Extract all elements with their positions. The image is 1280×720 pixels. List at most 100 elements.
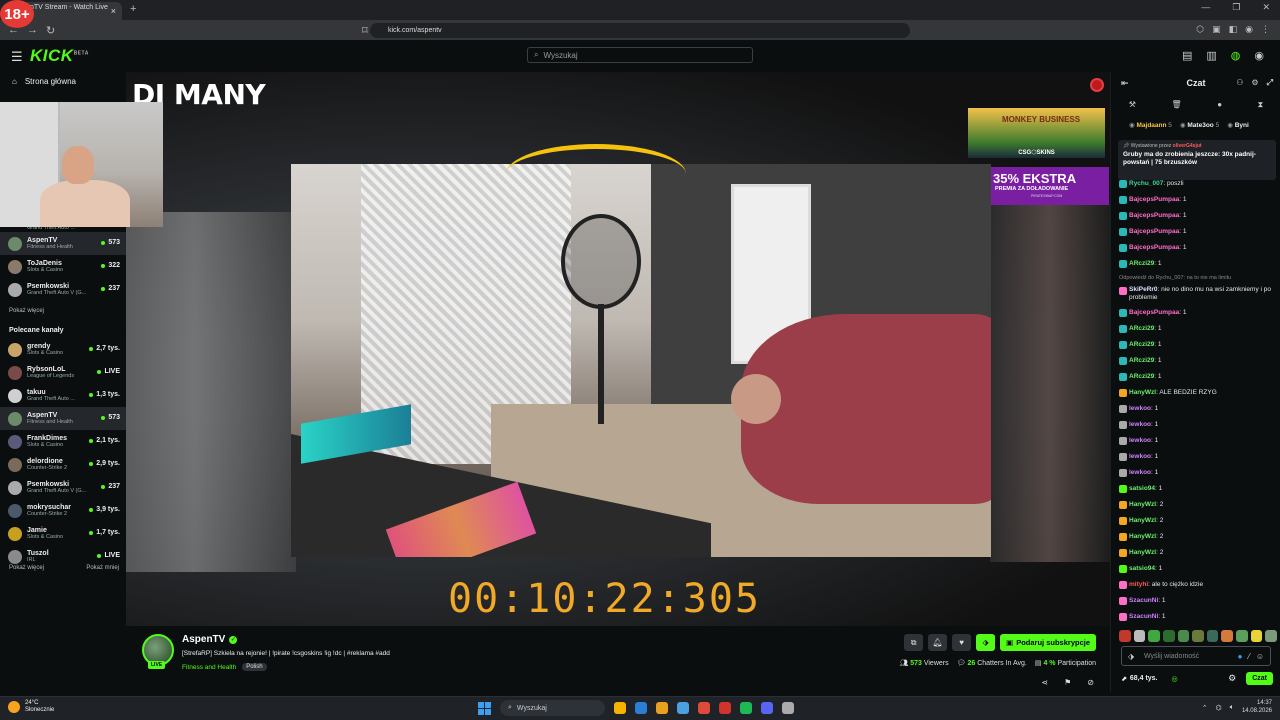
emote-icon[interactable]	[1177, 630, 1190, 642]
chat-message[interactable]: mityhi: ale to ciężko idzie	[1119, 577, 1277, 593]
emote-icon[interactable]	[1119, 630, 1131, 642]
chat-message[interactable]: lewkoo: 1	[1119, 417, 1277, 433]
chat-message[interactable]: lewkoo: 1	[1119, 401, 1277, 417]
chat-message[interactable]: BajcepsPumpaa: 1	[1119, 208, 1277, 224]
taskbar-app-icon[interactable]	[740, 702, 752, 714]
emote-icon[interactable]	[1250, 630, 1263, 642]
flag-icon[interactable]: ⚑	[1064, 678, 1071, 687]
chat-username[interactable]: lewkoo	[1129, 405, 1151, 412]
chat-username[interactable]: ARczi29	[1129, 357, 1154, 364]
layout-icon[interactable]: ▥	[1206, 49, 1216, 62]
chat-message[interactable]: ARczi29: 1	[1119, 353, 1277, 369]
chat-message[interactable]: lewkoo: 1	[1119, 465, 1277, 481]
taskbar-app-icon[interactable]	[782, 702, 794, 714]
emote-icon[interactable]	[1206, 630, 1219, 642]
search-input[interactable]: ⌕ Wyszukaj	[527, 47, 753, 63]
chat-username[interactable]: lewkoo	[1129, 453, 1151, 460]
chat-settings-icon[interactable]: ⚙	[1228, 673, 1236, 684]
taskbar-app-icon[interactable]	[677, 702, 689, 714]
chat-username[interactable]: HanyWzl	[1129, 517, 1156, 524]
category-link[interactable]: Fitness and Health	[182, 664, 236, 671]
reload-icon[interactable]: ↻	[46, 24, 55, 37]
chat-bubble-icon[interactable]: ●	[1217, 100, 1222, 110]
gift-icon[interactable]: ⬗	[1128, 652, 1134, 661]
hourglass-icon[interactable]: ⧗	[1258, 100, 1264, 110]
chat-username[interactable]: lewkoo	[1129, 469, 1151, 476]
notification-bell-icon[interactable]: 🔔︎	[928, 634, 948, 651]
gifter-item[interactable]: ◉ Byni	[1227, 121, 1249, 129]
chat-message[interactable]: BajcepsPumpaa: 1	[1119, 305, 1277, 321]
chat-username[interactable]: lewkoo	[1129, 437, 1151, 444]
sidebar-channel-item[interactable]: takuu Grand Theft Auto ... 1,3 tys.	[0, 384, 126, 407]
theater-mode-icon[interactable]: ▤	[1182, 49, 1192, 62]
gift-subscription-button[interactable]: ▣ Podaruj subskrypcje	[1000, 634, 1096, 651]
emote-icon[interactable]	[1192, 630, 1204, 642]
chat-message[interactable]: BajcepsPumpaa: 1	[1119, 192, 1277, 208]
close-window-icon[interactable]: ✕	[1262, 2, 1270, 13]
chat-username[interactable]: ARczi29	[1129, 373, 1154, 380]
chat-message[interactable]: BajcepsPumpaa: 1	[1119, 240, 1277, 256]
chat-username[interactable]: HanyWzl	[1129, 533, 1156, 540]
emote-icon[interactable]	[1265, 630, 1278, 642]
chat-username[interactable]: ARczi29	[1129, 341, 1154, 348]
taskbar-app-icon[interactable]	[614, 702, 626, 714]
taskbar-app-icon[interactable]	[719, 702, 731, 714]
minimize-icon[interactable]: —	[1201, 2, 1210, 13]
extension-icon[interactable]: ⬡	[1196, 24, 1204, 35]
chat-username[interactable]: satsio94	[1129, 485, 1155, 492]
streamer-name[interactable]: AspenTV ✓	[182, 634, 238, 645]
bookmark-icon[interactable]: ⌑	[362, 24, 368, 37]
send-chat-button[interactable]: Czat	[1246, 672, 1273, 685]
sidebar-channel-item[interactable]: ToJaDenis Slots & Casino 322	[0, 255, 126, 278]
sponsor-banner-pirateswap[interactable]: 35% EKSTRA PREMIA ZA DOŁADOWANIE PIRATES…	[991, 167, 1109, 205]
taskbar-app-icon[interactable]	[698, 702, 710, 714]
hammer-icon[interactable]: ⚒	[1129, 100, 1136, 110]
chat-username[interactable]: HanyWzl	[1129, 549, 1156, 556]
volume-icon[interactable]: 🔈︎	[1230, 704, 1234, 712]
tab-close-icon[interactable]: ×	[111, 6, 116, 16]
language-tag[interactable]: Polish	[242, 663, 267, 671]
url-field[interactable]: kick.com/aspentv	[370, 23, 910, 38]
chat-message[interactable]: HanyWzl: ALE BEDZIE RZYG	[1119, 385, 1277, 401]
chat-message[interactable]: ARczi29: 1	[1119, 369, 1277, 385]
chat-username[interactable]: BajcepsPumpaa	[1129, 244, 1179, 251]
emote-icon[interactable]	[1133, 630, 1146, 642]
show-more-link[interactable]: Pokaż więcej	[9, 565, 44, 571]
chat-username[interactable]: BajcepsPumpaa	[1129, 196, 1179, 203]
points-ring-icon[interactable]: ◎	[1172, 675, 1178, 683]
chat-username[interactable]: satsio94	[1129, 565, 1155, 572]
chat-message[interactable]: ARczi29: 1	[1119, 256, 1277, 272]
pinned-message[interactable]: 📌︎ Wystawione przez oliverG4sjut Gruby m…	[1118, 140, 1276, 180]
chat-message[interactable]: HanyWzl: 2	[1119, 513, 1277, 529]
chat-username[interactable]: ARczi29	[1129, 325, 1154, 332]
chat-message[interactable]: HanyWzl: 2	[1119, 497, 1277, 513]
chat-message[interactable]: ARczi29: 1	[1119, 321, 1277, 337]
sidebar-channel-item[interactable]: AspenTV Fitness and Health 573	[0, 407, 126, 430]
show-less-link[interactable]: Pokaż mniej	[86, 565, 119, 571]
sidebar-channel-item[interactable]: grendy Slots & Casino 2,7 tys.	[0, 338, 126, 361]
menu-icon[interactable]: ☰	[11, 49, 23, 65]
verified-icon[interactable]: ●	[1238, 652, 1243, 661]
sidebar-channel-item[interactable]: FrankDimes Slots & Casino 2,1 tys.	[0, 430, 126, 453]
chat-username[interactable]: Rychu_007	[1129, 180, 1163, 187]
new-tab-icon[interactable]: +	[130, 3, 136, 15]
chat-message[interactable]: SzacunNi: 1	[1119, 609, 1277, 625]
chat-username[interactable]: BajcepsPumpaa	[1129, 309, 1179, 316]
sidebar-channel-item[interactable]: Jamie Slots & Casino 1,7 tys.	[0, 522, 126, 545]
extension-icon[interactable]: ⋮	[1261, 24, 1270, 35]
video-player[interactable]: DJ MANY MONKEY BUSINESS CSG⬡SKINS 35% EK…	[126, 72, 1110, 626]
share-icon[interactable]: ⋖	[1041, 678, 1048, 687]
users-icon[interactable]: ⚇	[1236, 78, 1243, 88]
forward-icon[interactable]: →	[27, 24, 38, 36]
weather-widget[interactable]: 24°C Słonecznie	[8, 700, 54, 714]
emote-icon[interactable]	[1221, 630, 1234, 642]
chat-message[interactable]: HanyWzl: 2	[1119, 545, 1277, 561]
chat-username[interactable]: ARczi29	[1129, 260, 1154, 267]
settings-icon[interactable]: ⚙	[1251, 78, 1258, 88]
chat-message[interactable]: satsio94: 1	[1119, 481, 1277, 497]
sidebar-home-link[interactable]: ⌂ Strona główna	[12, 77, 76, 86]
chat-username[interactable]: SzacunNi	[1129, 597, 1158, 604]
emoji-icon[interactable]: ☺	[1256, 652, 1264, 661]
emote-icon[interactable]	[1236, 630, 1248, 642]
browser-tab[interactable]: nTV Stream - Watch Live o ×	[22, 2, 122, 20]
